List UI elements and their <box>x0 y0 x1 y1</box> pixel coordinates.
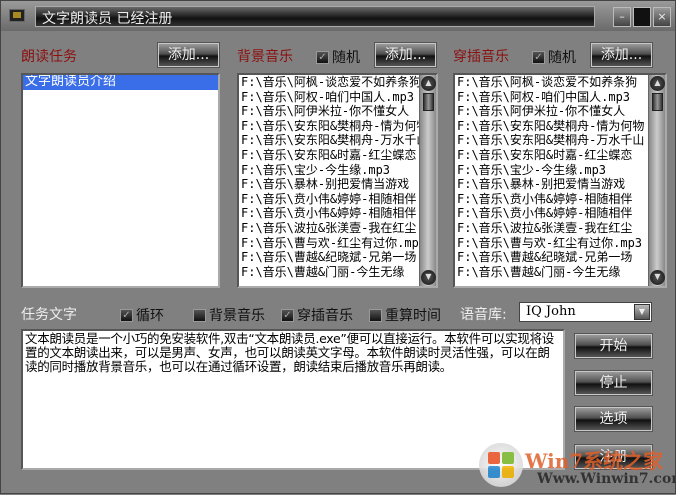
music-list-item[interactable]: F:\音乐\安东阳&樊桐舟-万水千山 <box>239 133 436 148</box>
insert-music-list[interactable]: F:\音乐\阿枫-谈恋爱不如养条狗 F:\音乐\阿权-咱们中国人.mp3 F:\音乐… <box>453 73 667 288</box>
checkbox-unchecked-icon <box>369 308 382 322</box>
add-insert-music-button[interactable]: 添加... <box>590 42 653 68</box>
music-list-item[interactable]: F:\音乐\阿枫-谈恋爱不如养条狗 <box>455 75 665 90</box>
insert-label: 穿插音乐 <box>297 308 353 324</box>
recalc-time-checkbox[interactable]: 重算时间 <box>369 305 441 325</box>
music-list-item[interactable]: F:\音乐\安东阳&时嘉-红尘蝶恋 <box>455 148 665 163</box>
stop-button[interactable]: 停止 <box>574 370 653 396</box>
checkbox-checked-icon: ✓ <box>532 50 545 64</box>
scroll-up-icon[interactable]: ▲ <box>421 76 436 91</box>
close-button[interactable]: × <box>653 7 671 27</box>
music-list-item[interactable]: F:\音乐\阿权-咱们中国人.mp3 <box>455 90 665 105</box>
recalc-label: 重算时间 <box>385 308 441 324</box>
title-bar[interactable]: 文字朗读员 已经注册 – × <box>1 1 675 31</box>
minimize-button[interactable]: – <box>613 7 631 27</box>
music-list-item[interactable]: F:\音乐\阿伊米拉-你不懂女人 <box>239 104 436 119</box>
music-list-item[interactable]: F:\音乐\曹越&门丽-今生无缘 <box>455 265 665 280</box>
music-list-item[interactable]: F:\音乐\阿伊米拉-你不懂女人 <box>455 104 665 119</box>
music-list-item[interactable]: F:\音乐\曹越&纪晓斌-兄弟一场 <box>455 250 665 265</box>
loop-label: 循环 <box>136 308 164 324</box>
music-list-item[interactable]: F:\音乐\安东阳&樊桐舟-万水千山 <box>455 133 665 148</box>
music-list-item[interactable]: F:\音乐\波拉&张渼壹-我在红尘 <box>455 221 665 236</box>
scrollbar[interactable]: ▲ ▼ <box>419 75 436 286</box>
task-text-label: 任务文字 <box>21 307 77 323</box>
scroll-thumb[interactable] <box>652 93 663 111</box>
app-icon <box>9 9 25 22</box>
music-list-item[interactable]: F:\音乐\安东阳&樊桐舟-情为何物 <box>455 119 665 134</box>
insert-music-checkbox[interactable]: ✓ 穿插音乐 <box>281 305 353 325</box>
add-task-button[interactable]: 添加... <box>157 42 220 68</box>
music-list-item[interactable]: F:\音乐\曹越&门丽-今生无缘 <box>239 265 436 280</box>
register-button[interactable]: 注册 <box>574 444 653 470</box>
bg-random-checkbox[interactable]: ✓ 随机 <box>316 47 360 67</box>
scroll-down-icon[interactable]: ▼ <box>421 270 436 285</box>
maximize-button[interactable] <box>633 7 651 27</box>
music-list-item[interactable]: F:\音乐\暴林-别把爱情当游戏 <box>455 177 665 192</box>
start-button[interactable]: 开始 <box>574 333 653 359</box>
task-text-area[interactable]: 文本朗读员是一个小巧的免安装软件,双击“文本朗读员.exe”便可以直接运行。本软… <box>21 329 565 470</box>
voice-select[interactable]: IQ John ▼ <box>519 302 652 322</box>
bg-music-list[interactable]: F:\音乐\阿枫-谈恋爱不如养条狗 F:\音乐\阿权-咱们中国人.mp3 F:\音乐… <box>237 73 438 288</box>
insert-random-label: 随机 <box>548 50 576 66</box>
bg-music-label: 背景音乐 <box>237 49 293 65</box>
music-list-item[interactable]: F:\音乐\波拉&张渼壹-我在红尘 <box>239 221 436 236</box>
music-list-item[interactable]: F:\音乐\曹与欢-红尘有过你.mp3 <box>239 236 436 251</box>
chevron-down-icon[interactable]: ▼ <box>634 304 650 320</box>
music-list-item[interactable]: F:\音乐\阿权-咱们中国人.mp3 <box>239 90 436 105</box>
music-list-item[interactable]: F:\音乐\宝少-今生缘.mp3 <box>455 163 665 178</box>
music-list-item[interactable]: F:\音乐\曹与欢-红尘有过你.mp3 <box>455 236 665 251</box>
music-list-item[interactable]: F:\音乐\暴林-别把爱情当游戏 <box>239 177 436 192</box>
music-list-item[interactable]: F:\音乐\阿枫-谈恋爱不如养条狗 <box>239 75 436 90</box>
watermark-url: Www.Winwin7.com <box>537 471 676 487</box>
scroll-up-icon[interactable]: ▲ <box>650 76 665 91</box>
task-list-item[interactable]: 文字朗读员介绍 <box>23 75 218 90</box>
music-list-item[interactable]: F:\音乐\贲小伟&婷婷-相随相伴 <box>455 206 665 221</box>
music-list-item[interactable]: F:\音乐\安东阳&时嘉-红尘蝶恋 <box>239 148 436 163</box>
checkbox-checked-icon: ✓ <box>281 308 294 322</box>
checkbox-checked-icon: ✓ <box>316 50 329 64</box>
voice-label: 语音库: <box>460 307 507 323</box>
bg-label: 背景音乐 <box>209 308 265 324</box>
task-list[interactable]: 文字朗读员介绍 <box>21 73 220 288</box>
window-title: 文字朗读员 已经注册 <box>35 6 595 27</box>
checkbox-unchecked-icon <box>193 308 206 322</box>
insert-music-label: 穿插音乐 <box>453 49 509 65</box>
voice-value: IQ John <box>526 304 576 319</box>
options-button[interactable]: 选项 <box>574 406 653 432</box>
scroll-thumb[interactable] <box>423 93 434 111</box>
main-window: 文字朗读员 已经注册 – × 朗读任务 添加... 背景音乐 ✓ 随机 添加...… <box>0 0 676 494</box>
music-list-item[interactable]: F:\音乐\贲小伟&婷婷-相随相伴 <box>239 206 436 221</box>
add-bg-music-button[interactable]: 添加... <box>374 42 437 68</box>
music-list-item[interactable]: F:\音乐\贲小伟&婷婷-相随相伴 <box>239 192 436 207</box>
tasks-label: 朗读任务 <box>21 49 77 65</box>
scrollbar[interactable]: ▲ ▼ <box>648 75 665 286</box>
music-list-item[interactable]: F:\音乐\宝少-今生缘.mp3 <box>239 163 436 178</box>
music-list-item[interactable]: F:\音乐\贲小伟&婷婷-相随相伴 <box>455 192 665 207</box>
checkbox-checked-icon: ✓ <box>120 308 133 322</box>
bg-random-label: 随机 <box>332 50 360 66</box>
insert-random-checkbox[interactable]: ✓ 随机 <box>532 47 576 67</box>
music-list-item[interactable]: F:\音乐\安东阳&樊桐舟-情为何物 <box>239 119 436 134</box>
music-list-item[interactable]: F:\音乐\曹越&纪晓斌-兄弟一场 <box>239 250 436 265</box>
bg-music-checkbox[interactable]: 背景音乐 <box>193 305 265 325</box>
loop-checkbox[interactable]: ✓ 循环 <box>120 305 164 325</box>
scroll-down-icon[interactable]: ▼ <box>650 270 665 285</box>
